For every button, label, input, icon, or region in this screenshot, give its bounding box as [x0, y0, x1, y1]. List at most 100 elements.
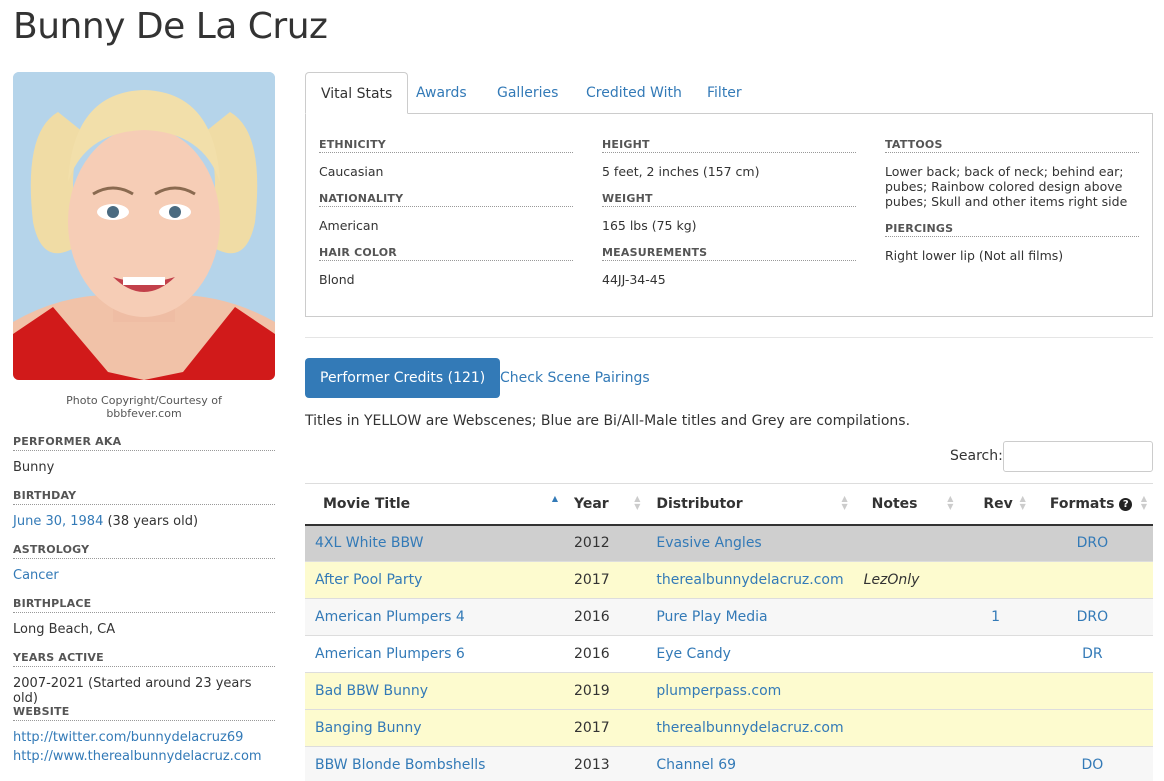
- review-count-link[interactable]: [959, 561, 1032, 599]
- column-header-label: Rev: [983, 495, 1013, 512]
- sort-icon: ▲ ▼: [947, 494, 954, 511]
- notes-cell: [853, 746, 960, 781]
- photo-credit-source: bbbfever.com: [106, 407, 182, 420]
- formats-link[interactable]: [1031, 709, 1153, 747]
- distributor-link[interactable]: Evasive Angles: [646, 524, 854, 562]
- formats-link[interactable]: [1031, 561, 1153, 599]
- website-link-official[interactable]: http://www.therealbunnydelacruz.com: [13, 749, 262, 764]
- formats-link[interactable]: [1031, 672, 1153, 710]
- stat-value: 5 feet, 2 inches (157 cm): [602, 164, 760, 179]
- table-header-row: Movie Title ▲ Year ▲ ▼ Distributor ▲ ▼ Notes ▲…: [305, 483, 1153, 526]
- aka-label: Birthday: [13, 489, 275, 505]
- distributor-link[interactable]: therealbunnydelacruz.com: [646, 709, 854, 747]
- distributor-link[interactable]: Eye Candy: [646, 635, 854, 673]
- stats-column: Tattoos Lower back; back of neck; behind…: [885, 138, 1139, 276]
- age-text: (38 years old): [103, 514, 199, 529]
- table-row: Banging Bunny 2017 therealbunnydelacruz.co…: [305, 709, 1153, 747]
- notes-cell: [853, 524, 960, 562]
- column-header-distributor[interactable]: Distributor ▲ ▼: [646, 483, 854, 526]
- astrology-link[interactable]: Cancer: [13, 568, 59, 583]
- column-header-label: Movie Title: [323, 495, 411, 512]
- distributor-link[interactable]: therealbunnydelacruz.com: [646, 561, 854, 599]
- birthday-link[interactable]: June 30, 1984: [13, 514, 103, 529]
- help-icon[interactable]: ?: [1119, 497, 1133, 511]
- stat-label: Height: [602, 138, 856, 153]
- stat-value: 165 lbs (75 kg): [602, 218, 697, 233]
- stat-label: Tattoos: [885, 138, 1139, 153]
- formats-link[interactable]: DR: [1031, 635, 1153, 673]
- column-header-formats[interactable]: Formats ? ▲ ▼: [1031, 483, 1153, 526]
- aka-value: http://www.therealbunnydelacruz.com: [13, 749, 275, 764]
- aka-value: Bunny: [13, 460, 55, 475]
- movie-title-link[interactable]: Bad BBW Bunny: [305, 672, 565, 710]
- column-header-label: Formats: [1049, 495, 1115, 512]
- movie-title-link[interactable]: After Pool Party: [305, 561, 565, 599]
- review-count-link[interactable]: [959, 709, 1032, 747]
- notes-cell: [853, 709, 960, 747]
- photo-credit: Photo Copyright/Courtesy of bbbfever.com: [13, 394, 275, 420]
- tab-awards[interactable]: Awards: [401, 72, 482, 114]
- tab-credited-with[interactable]: Credited With: [571, 72, 697, 114]
- aka-block-website: Website http://twitter.com/bunnydelacruz…: [13, 705, 275, 764]
- stats-column: Height 5 feet, 2 inches (157 cm) Weight …: [602, 138, 856, 300]
- aka-value: Long Beach, CA: [13, 622, 116, 637]
- formats-link[interactable]: DRO: [1031, 598, 1153, 636]
- photo-credit-line: Photo Copyright/Courtesy of: [66, 394, 222, 407]
- column-header-movie-title[interactable]: Movie Title ▲: [305, 483, 565, 526]
- tab-vital-stats[interactable]: Vital Stats: [305, 72, 409, 114]
- review-count-link[interactable]: [959, 746, 1032, 781]
- review-count-link[interactable]: [959, 635, 1032, 673]
- performer-credits-button[interactable]: Performer Credits (121): [305, 358, 501, 398]
- movie-title-link[interactable]: American Plumpers 6: [305, 635, 565, 673]
- distributor-link[interactable]: Channel 69: [646, 746, 854, 781]
- review-count-link[interactable]: [959, 672, 1032, 710]
- stat-label: Ethnicity: [319, 138, 573, 153]
- table-row: American Plumpers 4 2016 Pure Play Media 1 D…: [305, 598, 1153, 636]
- review-count-link[interactable]: [959, 524, 1032, 562]
- aka-label: Performer AKA: [13, 435, 275, 451]
- stats-column: Ethnicity Caucasian Nationality American…: [319, 138, 573, 300]
- movie-title-link[interactable]: BBW Blonde Bombshells: [305, 746, 565, 781]
- tab-galleries[interactable]: Galleries: [482, 72, 573, 114]
- aka-block-birthplace: Birthplace Long Beach, CA: [13, 597, 275, 637]
- aka-block-performer-aka: Performer AKA Bunny: [13, 435, 275, 475]
- notes-cell: LezOnly: [853, 561, 960, 599]
- formats-link[interactable]: DO: [1031, 746, 1153, 781]
- aka-value: Cancer: [13, 568, 275, 583]
- distributor-link[interactable]: Pure Play Media: [646, 598, 854, 636]
- website-link-twitter[interactable]: http://twitter.com/bunnydelacruz69: [13, 730, 243, 745]
- stat-label: Weight: [602, 192, 856, 207]
- column-header-label: Distributor: [656, 495, 743, 512]
- movie-title-link[interactable]: 4XL White BBW: [305, 524, 565, 562]
- aka-value: http://twitter.com/bunnydelacruz69: [13, 730, 275, 745]
- table-row: American Plumpers 6 2016 Eye Candy DR: [305, 635, 1153, 673]
- stat-label: Nationality: [319, 192, 573, 207]
- movie-title-link[interactable]: Banging Bunny: [305, 709, 565, 747]
- aka-label: Birthplace: [13, 597, 275, 613]
- stat-value: American: [319, 218, 379, 233]
- stat-value: Lower back; back of neck; behind ear; pu…: [885, 164, 1128, 209]
- tab-filter[interactable]: Filter: [692, 72, 757, 114]
- movie-title-link[interactable]: American Plumpers 4: [305, 598, 565, 636]
- credits-table: Movie Title ▲ Year ▲ ▼ Distributor ▲ ▼ Notes ▲…: [305, 483, 1153, 781]
- distributor-link[interactable]: plumperpass.com: [646, 672, 854, 710]
- year-cell: 2016: [564, 635, 647, 673]
- stat-value: Caucasian: [319, 164, 384, 179]
- column-header-year[interactable]: Year ▲ ▼: [564, 483, 647, 526]
- search-input[interactable]: [1003, 441, 1153, 472]
- review-count-link[interactable]: 1: [959, 598, 1032, 636]
- section-divider: [305, 337, 1153, 338]
- year-cell: 2016: [564, 598, 647, 636]
- formats-link[interactable]: DRO: [1031, 524, 1153, 562]
- table-row: Bad BBW Bunny 2019 plumperpass.com: [305, 672, 1153, 710]
- search-label: Search:: [950, 448, 1003, 464]
- column-header-label: Year: [574, 495, 609, 512]
- column-header-notes[interactable]: Notes ▲ ▼: [853, 483, 960, 526]
- check-scene-pairings-link[interactable]: Check Scene Pairings: [500, 358, 650, 398]
- aka-value: 2007-2021 (Started around 23 years old): [13, 676, 252, 706]
- stat-label: Piercings: [885, 222, 1139, 237]
- column-header-rev[interactable]: Rev ▲ ▼: [959, 483, 1032, 526]
- aka-label: Website: [13, 705, 275, 721]
- aka-block-astrology: Astrology Cancer: [13, 543, 275, 583]
- table-row: 4XL White BBW 2012 Evasive Angles DRO: [305, 524, 1153, 562]
